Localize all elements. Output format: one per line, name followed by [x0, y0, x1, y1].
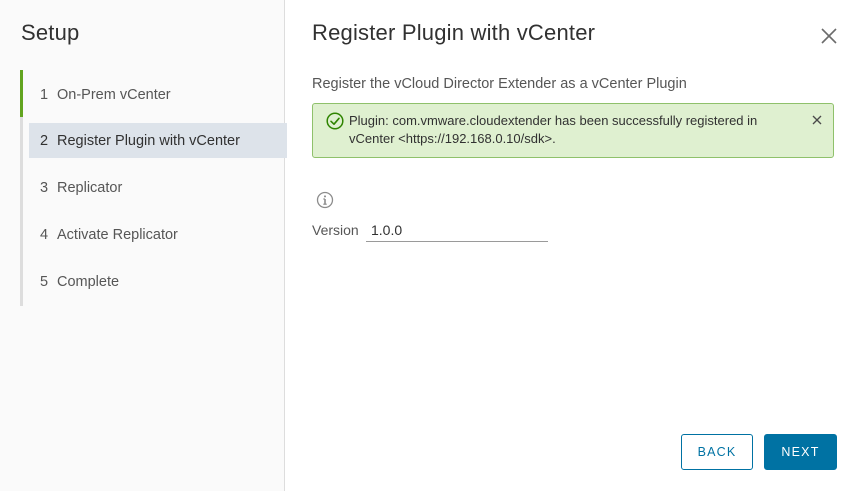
step-number: 3: [40, 179, 49, 196]
page-subtitle: Register the vCloud Director Extender as…: [312, 76, 687, 92]
alert-message: Plugin: com.vmware.cloudextender has bee…: [349, 113, 758, 146]
step-number: 2: [40, 132, 49, 149]
info-icon[interactable]: [316, 191, 334, 209]
success-alert: Plugin: com.vmware.cloudextender has bee…: [312, 103, 834, 158]
close-icon[interactable]: [820, 27, 838, 45]
version-field[interactable]: [366, 219, 548, 242]
step-number: 5: [40, 273, 49, 290]
wizard-sidebar: Setup 1 On-Prem vCenter 2 Register Plugi…: [0, 0, 287, 491]
alert-close-icon[interactable]: [811, 114, 823, 126]
page-title: Register Plugin with vCenter: [312, 20, 596, 45]
sidebar-title: Setup: [21, 20, 80, 45]
step-complete[interactable]: 5 Complete: [29, 264, 287, 299]
step-progress-bar: [20, 70, 23, 117]
step-list: 1 On-Prem vCenter 2 Register Plugin with…: [20, 70, 287, 306]
step-on-prem-vcenter[interactable]: 1 On-Prem vCenter: [29, 77, 287, 112]
step-label: Register Plugin with vCenter: [57, 132, 240, 149]
step-label: On-Prem vCenter: [57, 86, 171, 103]
next-button[interactable]: NEXT: [764, 434, 837, 470]
version-label: Version: [312, 222, 359, 238]
step-number: 1: [40, 86, 49, 103]
step-number: 4: [40, 226, 49, 243]
step-label: Replicator: [57, 179, 123, 196]
step-register-plugin[interactable]: 2 Register Plugin with vCenter: [29, 123, 287, 158]
step-replicator[interactable]: 3 Replicator: [29, 170, 287, 205]
back-button[interactable]: BACK: [681, 434, 753, 470]
success-check-icon: [326, 112, 344, 130]
step-label: Complete: [57, 273, 120, 290]
step-label: Activate Replicator: [57, 226, 178, 243]
wizard-content: Register Plugin with vCenter Register th…: [286, 0, 859, 491]
step-activate-replicator[interactable]: 4 Activate Replicator: [29, 217, 287, 252]
